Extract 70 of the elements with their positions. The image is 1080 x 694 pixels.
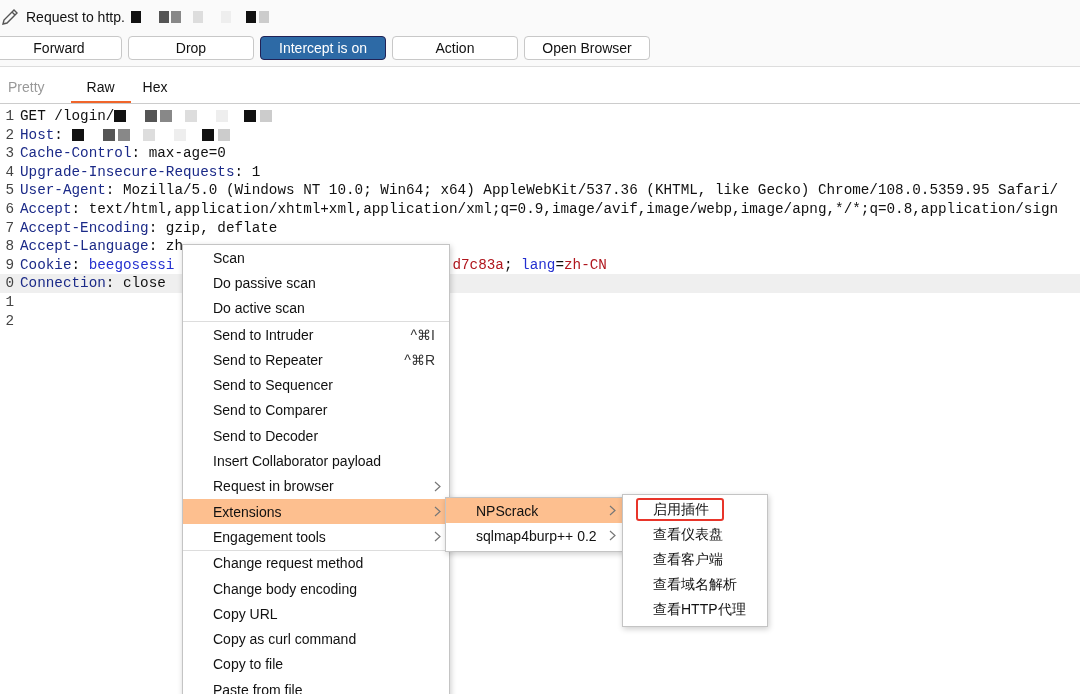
- code-text: =: [555, 255, 565, 275]
- menu-item[interactable]: 查看HTTP代理: [623, 597, 767, 622]
- window-title: Request to http.: [26, 9, 125, 25]
- code-text: Upgrade-Insecure-Requests: [20, 162, 235, 182]
- code-text: ;: [503, 255, 514, 275]
- code-text: : max-age=0: [131, 144, 226, 163]
- toolbar-button[interactable]: Forward: [0, 36, 122, 60]
- line-number: 9: [4, 255, 14, 275]
- menu-item[interactable]: Insert Collaborator payload: [183, 448, 449, 474]
- view-tab[interactable]: Hex: [134, 73, 190, 103]
- line-number: 5: [4, 181, 14, 200]
- code-text: beegosessi: [88, 255, 175, 275]
- menu-item[interactable]: Paste from file: [183, 677, 449, 694]
- code-text: :: [54, 125, 64, 145]
- code-text: GET /login/: [20, 107, 115, 126]
- line-number: 8: [4, 237, 14, 256]
- menu-item[interactable]: Send to Intruder ^⌘I: [183, 321, 449, 348]
- pencil-icon: [0, 7, 20, 27]
- menu-item[interactable]: Change body encoding: [183, 575, 449, 602]
- line-number: 7: [4, 218, 14, 238]
- menu-item[interactable]: Engagement tools: [183, 524, 449, 550]
- menu-item[interactable]: 查看仪表盘: [623, 522, 767, 547]
- menu-item[interactable]: Do passive scan: [183, 270, 449, 296]
- code-text: : zh: [148, 237, 184, 256]
- menu-item[interactable]: 启用插件: [635, 497, 725, 522]
- code-text: d7c83a: [452, 255, 504, 275]
- menu-item[interactable]: 查看客户端: [623, 547, 767, 572]
- menu-item[interactable]: sqlmap4burp++ 0.2: [446, 523, 624, 549]
- line-number: 0: [4, 274, 14, 293]
- menu-item[interactable]: Send to Repeater ^⌘R: [183, 347, 449, 373]
- menu-item[interactable]: Send to Comparer: [183, 397, 449, 424]
- code-text: :: [71, 255, 82, 275]
- menu-item[interactable]: Scan: [183, 245, 449, 271]
- line-number: 6: [4, 199, 14, 219]
- code-text: : text/html,application/xhtml+xml,application/xml;q=0.9,image/avif,image/webp,image/apng,*/*;q=0.8,application/sign: [71, 199, 1059, 219]
- toolbar-button[interactable]: Action: [392, 36, 518, 60]
- line-number: 1: [4, 107, 14, 126]
- code-text: Cookie: [20, 255, 72, 275]
- toolbar-button[interactable]: Open Browser: [524, 36, 650, 60]
- code-text: Host: [20, 125, 55, 145]
- toolbar-button[interactable]: Drop: [128, 36, 254, 60]
- code-text: : gzip, deflate: [148, 218, 278, 238]
- menu-item[interactable]: Copy as curl command: [183, 626, 449, 652]
- code-text: : 1: [234, 162, 261, 182]
- code-text: : close: [105, 274, 166, 293]
- code-text: lang: [521, 255, 556, 275]
- code-text: User-Agent: [20, 181, 106, 200]
- line-number: 3: [4, 144, 14, 163]
- code-text: zh-CN: [564, 255, 607, 275]
- code-text: Cache-Control: [20, 144, 132, 163]
- menu-item[interactable]: 查看域名解析: [623, 572, 767, 597]
- menu-item[interactable]: Copy to file: [183, 651, 449, 678]
- menu-item[interactable]: Copy URL: [183, 601, 449, 627]
- menu-item[interactable]: Send to Decoder: [183, 423, 449, 449]
- code-text: Accept-Encoding: [20, 218, 149, 238]
- code-text: : Mozilla/5.0 (Windows NT 10.0; Win64; x64) AppleWebKit/537.36 (KHTML, like Gecko) Chrome/108.0.5359.95 Safari/: [105, 181, 1059, 200]
- view-tab[interactable]: Raw: [70, 73, 131, 103]
- menu-item[interactable]: Send to Sequencer: [183, 372, 449, 398]
- line-number: 4: [4, 162, 14, 182]
- menu-item[interactable]: Request in browser: [183, 473, 449, 499]
- intercept-toggle[interactable]: Intercept is on: [260, 36, 386, 60]
- code-text: Connection: [20, 274, 106, 293]
- line-number: 1: [4, 292, 14, 312]
- code-text: Accept-Language: [20, 237, 149, 256]
- line-number: 2: [4, 311, 14, 331]
- menu-item[interactable]: Do active scan: [183, 295, 449, 321]
- code-text: Accept: [20, 199, 72, 219]
- menu-item[interactable]: NPScrack: [446, 498, 624, 524]
- menu-item[interactable]: Change request method: [183, 550, 449, 576]
- line-number: 2: [4, 125, 14, 145]
